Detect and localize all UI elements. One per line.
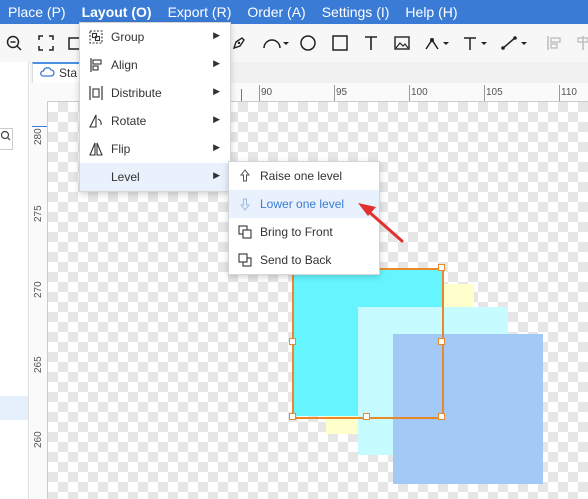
- ruler-label: 270: [33, 281, 44, 298]
- zoom-out-icon[interactable]: [5, 34, 23, 52]
- tab-document[interactable]: Sta: [32, 62, 86, 83]
- send-to-back-icon: [237, 252, 253, 268]
- ruler-label: 265: [33, 356, 44, 373]
- resize-handle[interactable]: [438, 264, 445, 271]
- dimension-icon[interactable]: [462, 34, 490, 52]
- flip-icon: [88, 141, 104, 157]
- distribute-icon: [88, 85, 104, 101]
- align-icon: [88, 57, 104, 73]
- submenu-arrow-icon: ▶: [213, 170, 220, 180]
- fullscreen-icon[interactable]: [37, 34, 55, 52]
- ruler-label: 95: [336, 87, 348, 98]
- pen-icon[interactable]: [230, 34, 248, 52]
- ruler-label: 105: [486, 87, 503, 98]
- menu-item-distribute[interactable]: Distribute ▶: [80, 79, 230, 107]
- ruler-label: 90: [261, 87, 273, 98]
- submenu-arrow-icon: ▶: [213, 58, 220, 68]
- image-icon[interactable]: [393, 34, 411, 52]
- submenu-arrow-icon: ▶: [213, 142, 220, 152]
- menu-item-label: Raise one level: [260, 169, 343, 183]
- selection-box[interactable]: [292, 268, 444, 419]
- left-panel: [0, 62, 29, 499]
- menu-bar: Place (P) Layout (O) Export (R) Order (A…: [0, 0, 588, 24]
- group-icon: [88, 29, 104, 45]
- menu-item-label: Distribute: [111, 86, 162, 100]
- ruler-label: 280: [33, 128, 44, 145]
- menu-settings[interactable]: Settings (I): [314, 0, 398, 24]
- menu-item-label: Lower one level: [260, 197, 345, 211]
- search-icon[interactable]: [0, 128, 13, 150]
- resize-handle[interactable]: [363, 413, 370, 420]
- menu-item-level[interactable]: Level ▶: [80, 163, 230, 191]
- resize-handle[interactable]: [438, 338, 445, 345]
- menu-item-label: Bring to Front: [260, 225, 333, 239]
- menu-item-label: Flip: [111, 142, 131, 156]
- circle-icon[interactable]: [299, 34, 317, 52]
- ruler-label: 260: [33, 431, 44, 448]
- ruler-label: 110: [561, 87, 577, 98]
- menu-item-send-to-back[interactable]: Send to Back: [229, 246, 379, 274]
- annotation-arrow-icon: [358, 203, 404, 243]
- ruler-corner: [30, 83, 48, 102]
- ruler-label: 100: [411, 87, 428, 98]
- resize-handle[interactable]: [438, 413, 445, 420]
- rectangle-icon[interactable]: [331, 34, 349, 52]
- cloud-icon: [39, 65, 55, 82]
- menu-item-rotate[interactable]: Rotate ▶: [80, 107, 230, 135]
- arrow-down-icon: [237, 196, 253, 212]
- vertical-ruler: 280 275 270 265 260: [30, 101, 48, 499]
- menu-item-group[interactable]: Group ▶: [80, 23, 230, 51]
- line-tool-icon[interactable]: [500, 34, 530, 52]
- selected-panel-item[interactable]: [0, 396, 28, 420]
- tab-label: Sta: [59, 66, 78, 80]
- resize-handle[interactable]: [289, 338, 296, 345]
- submenu-arrow-icon: ▶: [213, 30, 220, 40]
- menu-item-label: Send to Back: [260, 253, 332, 267]
- menu-layout[interactable]: Layout (O): [74, 0, 160, 24]
- align-center-icon[interactable]: [574, 34, 588, 52]
- text-icon[interactable]: [362, 34, 380, 52]
- menu-item-align[interactable]: Align ▶: [80, 51, 230, 79]
- rotate-icon: [88, 113, 104, 129]
- align-left-icon[interactable]: [545, 34, 563, 52]
- menu-order[interactable]: Order (A): [239, 0, 313, 24]
- menu-place[interactable]: Place (P): [0, 0, 74, 24]
- submenu-arrow-icon: ▶: [213, 86, 220, 96]
- arrow-up-icon: [237, 168, 253, 184]
- menu-help[interactable]: Help (H): [397, 0, 465, 24]
- resize-handle[interactable]: [289, 413, 296, 420]
- menu-export[interactable]: Export (R): [160, 0, 240, 24]
- menu-item-label: Rotate: [111, 114, 147, 128]
- menu-item-label: Group: [111, 30, 145, 44]
- menu-item-label: Align: [111, 58, 138, 72]
- connector-icon[interactable]: [424, 34, 452, 52]
- ruler-label: 275: [33, 205, 44, 222]
- layout-menu: Group ▶ Align ▶ Distribute ▶ Rotate ▶ Fl…: [79, 22, 231, 192]
- menu-item-label: Level: [111, 170, 140, 184]
- bring-to-front-icon: [237, 224, 253, 240]
- menu-item-flip[interactable]: Flip ▶: [80, 135, 230, 163]
- submenu-arrow-icon: ▶: [213, 114, 220, 124]
- arc-icon[interactable]: [262, 34, 290, 52]
- menu-item-raise-one-level[interactable]: Raise one level: [229, 162, 379, 190]
